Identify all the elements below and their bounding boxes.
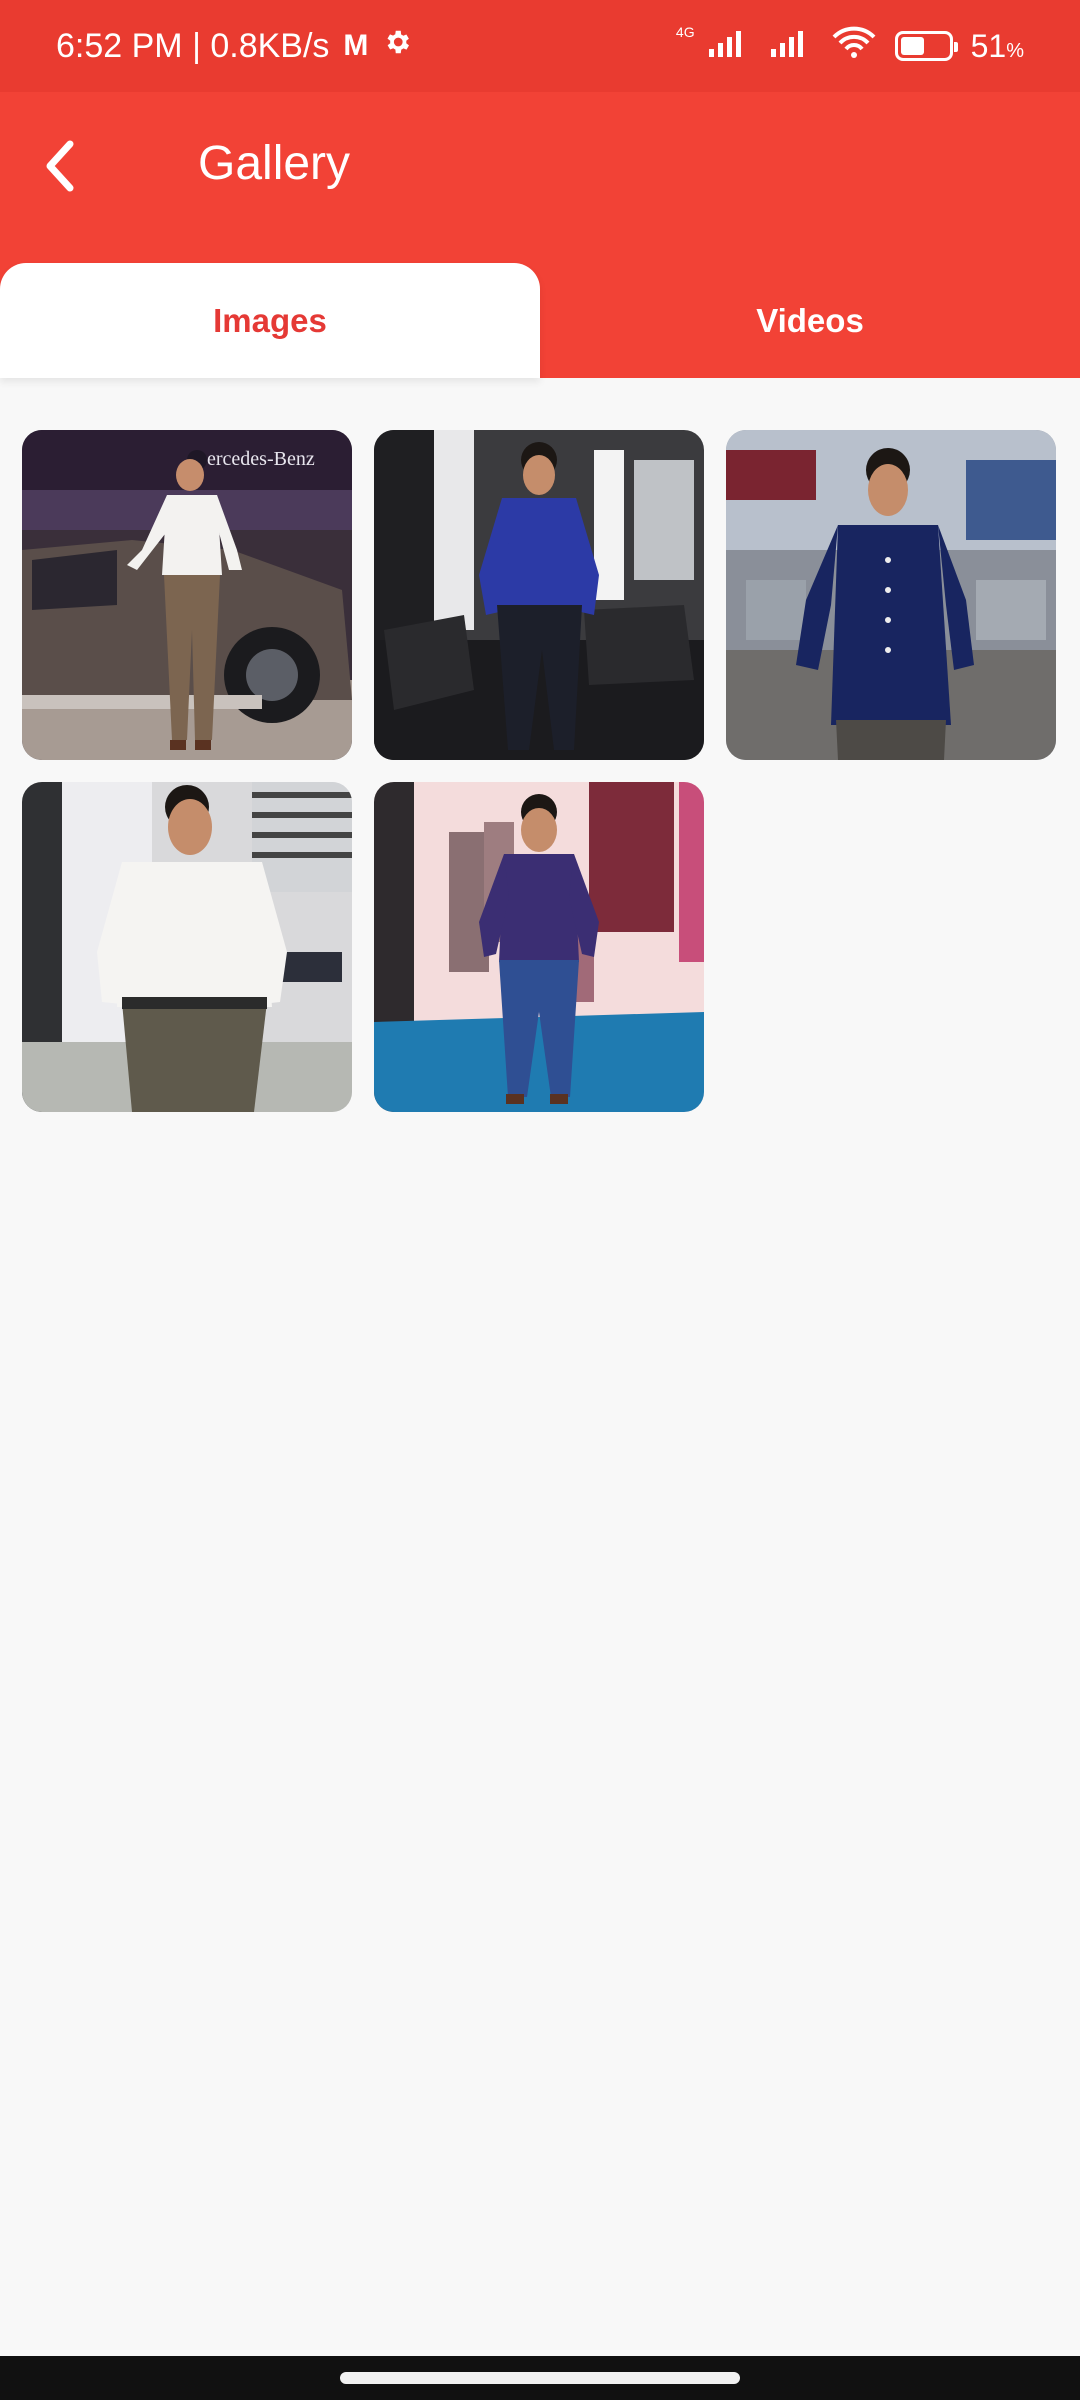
gallery-screen: 6:52 PM | 0.8KB/s M 4G 51% Gallery Image…: [0, 0, 1080, 2400]
percent-sign: %: [1006, 39, 1024, 62]
back-arrow-icon: [46, 140, 74, 192]
gallery-image-4[interactable]: [22, 782, 352, 1112]
gallery-image-1[interactable]: ercedes-Benz: [22, 430, 352, 760]
network-type-label: 4G: [675, 24, 695, 40]
tab-images[interactable]: Images: [0, 263, 540, 378]
gallery-image-2[interactable]: [374, 430, 704, 760]
battery-percent-value: 51: [970, 27, 1007, 64]
wifi-icon: [831, 25, 877, 67]
status-left: 6:52 PM | 0.8KB/s M: [56, 27, 412, 66]
signal-icon-2: [769, 27, 813, 65]
system-navigation-bar: [0, 2356, 1080, 2400]
settings-gear-icon: [382, 27, 412, 66]
battery-icon: [894, 31, 958, 61]
tab-videos[interactable]: Videos: [540, 263, 1080, 378]
status-time-speed: 6:52 PM | 0.8KB/s: [56, 26, 330, 65]
car-brand-caption: ercedes-Benz: [207, 448, 315, 470]
signal-icon: [707, 27, 751, 65]
status-bar: 6:52 PM | 0.8KB/s M 4G 51%: [0, 0, 1080, 92]
page-title: Gallery: [198, 137, 351, 190]
gallery-image-5[interactable]: [374, 782, 704, 1112]
home-indicator[interactable]: [340, 2372, 740, 2384]
image-grid: ercedes-Benz: [22, 430, 1058, 1112]
back-button[interactable]: [30, 136, 90, 196]
gallery-tabs: Images Videos: [0, 263, 1080, 378]
mail-icon: M: [343, 29, 369, 62]
status-right: 4G 51%: [676, 25, 1024, 67]
gallery-image-3[interactable]: [726, 430, 1056, 760]
battery-fill: [900, 37, 925, 55]
battery-percent: 51%: [971, 28, 1024, 65]
